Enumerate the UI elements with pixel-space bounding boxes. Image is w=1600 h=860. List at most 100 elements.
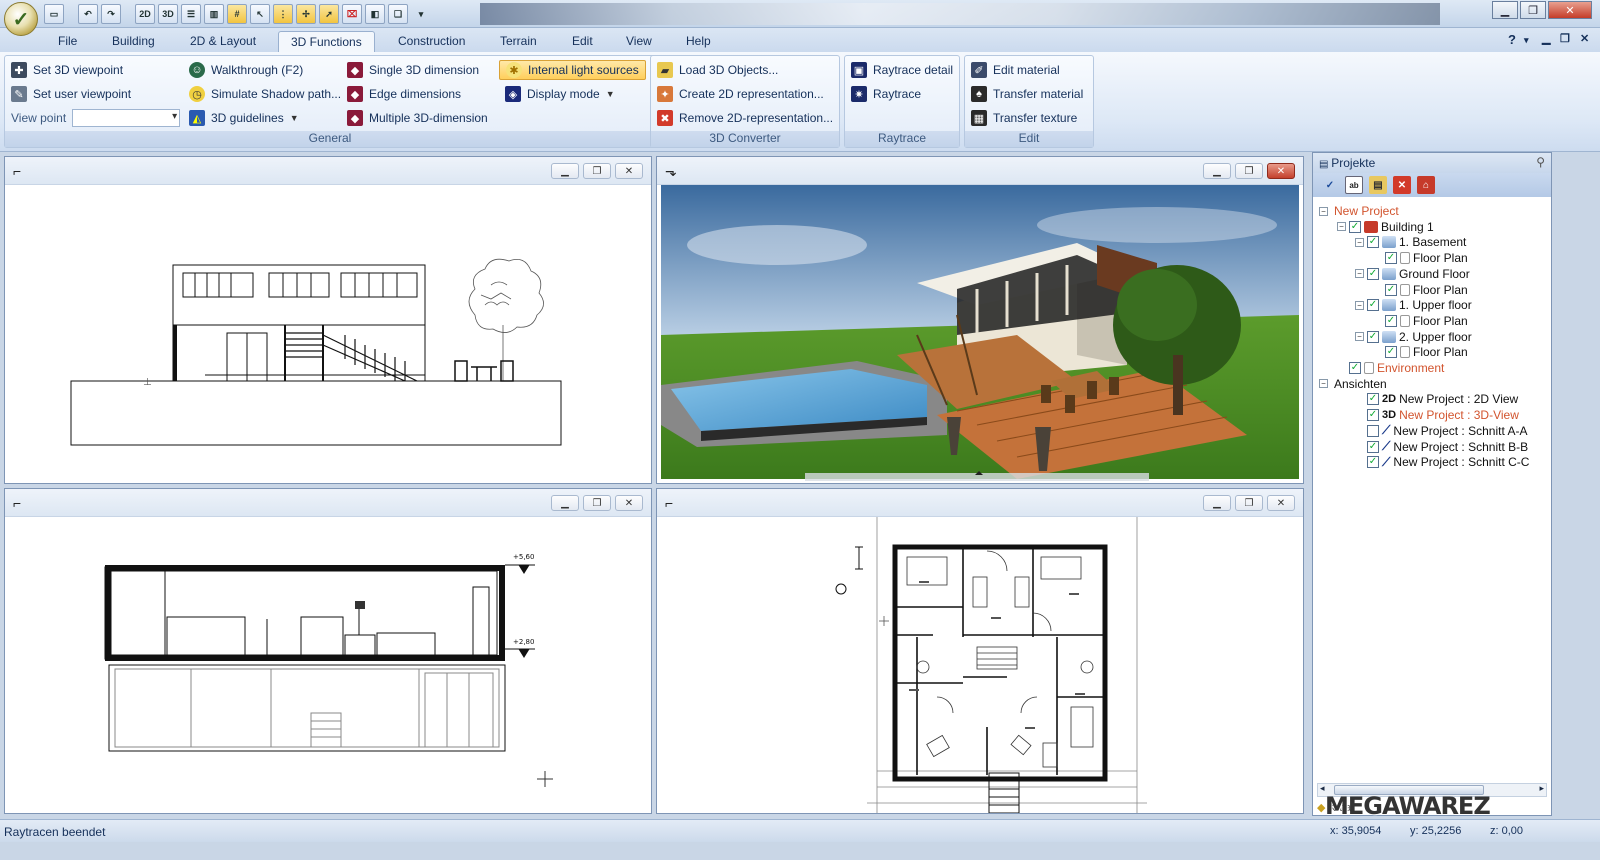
view-2d-button[interactable]: 2D bbox=[135, 4, 155, 24]
tree-node[interactable]: ✓ 2D New Project : 2D View bbox=[1355, 391, 1518, 407]
transfer-material-button[interactable]: ♠ Transfer material bbox=[971, 84, 1083, 104]
tree-node[interactable]: ✓ Environment bbox=[1337, 360, 1444, 376]
tree-node[interactable]: ✓ Floor Plan bbox=[1373, 313, 1468, 329]
application-menu-button[interactable]: ✓ bbox=[4, 2, 38, 36]
simulate-shadow-button[interactable]: ◷ Simulate Shadow path... bbox=[189, 84, 341, 104]
visibility-checkbox[interactable]: ✓ bbox=[1367, 393, 1379, 406]
set-user-viewpoint-button[interactable]: ✎ Set user viewpoint bbox=[11, 84, 131, 104]
visibility-checkbox[interactable]: ✓ bbox=[1367, 440, 1379, 453]
tree-node[interactable]: − ✓ 1. Upper floor bbox=[1355, 297, 1472, 313]
grid-icon[interactable]: # bbox=[227, 4, 247, 24]
tree-node[interactable]: ✓ Floor Plan bbox=[1373, 344, 1468, 360]
internal-light-sources-button[interactable]: ✱ Internal light sources bbox=[499, 60, 646, 80]
building-icon[interactable]: ⌂ bbox=[1417, 176, 1435, 194]
display-mode-button[interactable]: ◈ Display mode ▼ bbox=[505, 84, 615, 104]
tree-node[interactable]: − ✓ Ground Floor bbox=[1355, 266, 1470, 282]
tree-node[interactable]: ✓ Floor Plan bbox=[1373, 250, 1468, 266]
tab-file[interactable]: File bbox=[46, 31, 89, 52]
tab-2d-layout[interactable]: 2D & Layout bbox=[178, 31, 268, 52]
visibility-checkbox[interactable]: ✓ bbox=[1367, 299, 1379, 312]
viewport-minimize-button[interactable]: ▁ bbox=[1203, 495, 1231, 511]
visibility-checkbox[interactable]: ✓ bbox=[1385, 314, 1397, 327]
tree-node[interactable]: − ✓ Building 1 bbox=[1337, 219, 1434, 235]
view-point-select[interactable] bbox=[72, 109, 181, 127]
viewport-minimize-button[interactable]: ▁ bbox=[551, 495, 579, 511]
viewport-close-button[interactable]: ✕ bbox=[1267, 495, 1295, 511]
walls-icon[interactable]: ☰ bbox=[181, 4, 201, 24]
visibility-checkbox[interactable]: ✓ bbox=[1349, 362, 1361, 374]
ribbon-close-icon[interactable]: ✕ bbox=[1580, 32, 1589, 45]
viewport-3d-render[interactable]: ⬎ ▁ ❐ ✕ bbox=[656, 156, 1304, 484]
tree-node[interactable]: ✓ ⟋ New Project : Schnitt C-C bbox=[1355, 454, 1529, 470]
ribbon-minimize-icon[interactable]: ▁ bbox=[1542, 32, 1550, 45]
remove-2d-representation-button[interactable]: ✖ Remove 2D-representation... bbox=[657, 108, 833, 128]
raytrace-detail-button[interactable]: ▣ Raytrace detail bbox=[851, 60, 953, 80]
set-3d-viewpoint-button[interactable]: ✚ Set 3D viewpoint bbox=[11, 60, 123, 80]
3d-guidelines-button[interactable]: ◭ 3D guidelines ▼ bbox=[189, 108, 299, 128]
customize-quick-access-icon[interactable]: ▾ bbox=[411, 4, 431, 24]
ribbon-restore-icon[interactable]: ❐ bbox=[1560, 32, 1570, 45]
tree-node[interactable]: ✓ Floor Plan bbox=[1373, 282, 1468, 298]
window-close-button[interactable]: ✕ bbox=[1548, 1, 1592, 19]
tree-node[interactable]: − ✓ 1. Basement bbox=[1355, 234, 1466, 250]
multiple-3d-dimension-button[interactable]: ◆ Multiple 3D-dimension bbox=[347, 108, 488, 128]
load-3d-objects-button[interactable]: ▰ Load 3D Objects... bbox=[657, 60, 778, 80]
viewport-close-button[interactable]: ✕ bbox=[615, 495, 643, 511]
window-minimize-button[interactable]: ▁ bbox=[1492, 1, 1518, 19]
view-3d-button[interactable]: 3D bbox=[158, 4, 178, 24]
scroll-left-icon[interactable]: ◂ bbox=[1320, 783, 1325, 794]
viewport-maximize-button[interactable]: ❐ bbox=[583, 495, 611, 511]
properties-icon[interactable]: ▤ bbox=[1369, 176, 1387, 194]
tree-node[interactable]: ✓ ⟋ New Project : Schnitt B-B bbox=[1355, 439, 1528, 455]
single-3d-dimension-button[interactable]: ◆ Single 3D dimension bbox=[347, 60, 479, 80]
windows-icon[interactable]: ▥ bbox=[204, 4, 224, 24]
viewport-floor-plan[interactable]: ⌐ ▁ ❐ ✕ bbox=[656, 488, 1304, 814]
viewport-minimize-button[interactable]: ▁ bbox=[1203, 163, 1231, 179]
collapse-icon[interactable]: − bbox=[1355, 237, 1364, 247]
walkthrough-button[interactable]: ☺ Walkthrough (F2) bbox=[189, 60, 303, 80]
pointer-icon[interactable]: ➚ bbox=[319, 4, 339, 24]
delete-icon[interactable]: ✕ bbox=[1393, 176, 1411, 194]
collapse-icon[interactable]: − bbox=[1355, 300, 1364, 310]
tab-construction[interactable]: Construction bbox=[386, 31, 477, 52]
viewport-close-button[interactable]: ✕ bbox=[1267, 163, 1295, 179]
raytrace-button[interactable]: ✷ Raytrace bbox=[851, 84, 921, 104]
tab-terrain[interactable]: Terrain bbox=[488, 31, 549, 52]
check-icon[interactable]: ✓ bbox=[1321, 176, 1339, 194]
visibility-checkbox[interactable]: ✓ bbox=[1385, 346, 1397, 359]
collapse-icon[interactable]: − bbox=[1319, 379, 1328, 389]
visibility-checkbox[interactable]: ✓ bbox=[1367, 330, 1379, 343]
columns-icon[interactable]: ⋮ bbox=[273, 4, 293, 24]
tab-3d-functions[interactable]: 3D Functions bbox=[278, 31, 375, 52]
tab-view[interactable]: View bbox=[614, 31, 664, 52]
visibility-checkbox[interactable]: ✓ bbox=[1367, 456, 1379, 469]
tree-node[interactable]: ⟋ New Project : Schnitt A-A bbox=[1355, 423, 1527, 439]
window-maximize-button[interactable]: ❐ bbox=[1520, 1, 1546, 19]
visibility-checkbox[interactable]: ✓ bbox=[1385, 283, 1397, 296]
visibility-checkbox[interactable]: ✓ bbox=[1367, 236, 1379, 249]
collapse-icon[interactable]: − bbox=[1355, 332, 1364, 342]
viewport-elevation[interactable]: ⌐ ▁ ❐ ✕ ⊥ bbox=[4, 156, 652, 484]
tree-node[interactable]: − New Project bbox=[1319, 203, 1399, 219]
viewport-maximize-button[interactable]: ❐ bbox=[583, 163, 611, 179]
tree-node[interactable]: − Ansichten bbox=[1319, 376, 1387, 392]
tab-building[interactable]: Building bbox=[100, 31, 167, 52]
visibility-checkbox[interactable] bbox=[1367, 424, 1379, 437]
rename-icon[interactable]: ab bbox=[1345, 176, 1363, 194]
tab-edit[interactable]: Edit bbox=[560, 31, 605, 52]
redo-icon[interactable]: ↷ bbox=[101, 4, 121, 24]
create-2d-representation-button[interactable]: ✦ Create 2D representation... bbox=[657, 84, 824, 104]
tree-node[interactable]: − ✓ 2. Upper floor bbox=[1355, 329, 1472, 345]
visibility-checkbox[interactable]: ✓ bbox=[1349, 220, 1361, 233]
layers-icon[interactable]: ◧ bbox=[365, 4, 385, 24]
scroll-right-icon[interactable]: ▸ bbox=[1539, 783, 1544, 794]
tab-help[interactable]: Help bbox=[674, 31, 723, 52]
help-icon[interactable]: ? bbox=[1508, 32, 1516, 47]
collapse-icon[interactable]: − bbox=[1319, 206, 1328, 216]
visibility-checkbox[interactable]: ✓ bbox=[1385, 252, 1397, 265]
viewport-maximize-button[interactable]: ❐ bbox=[1235, 163, 1263, 179]
snap-icon[interactable]: ✢ bbox=[296, 4, 316, 24]
help-dropdown-icon[interactable]: ▾ bbox=[1524, 35, 1529, 46]
new-document-icon[interactable]: ▭ bbox=[44, 4, 64, 24]
copy-icon[interactable]: ❏ bbox=[388, 4, 408, 24]
